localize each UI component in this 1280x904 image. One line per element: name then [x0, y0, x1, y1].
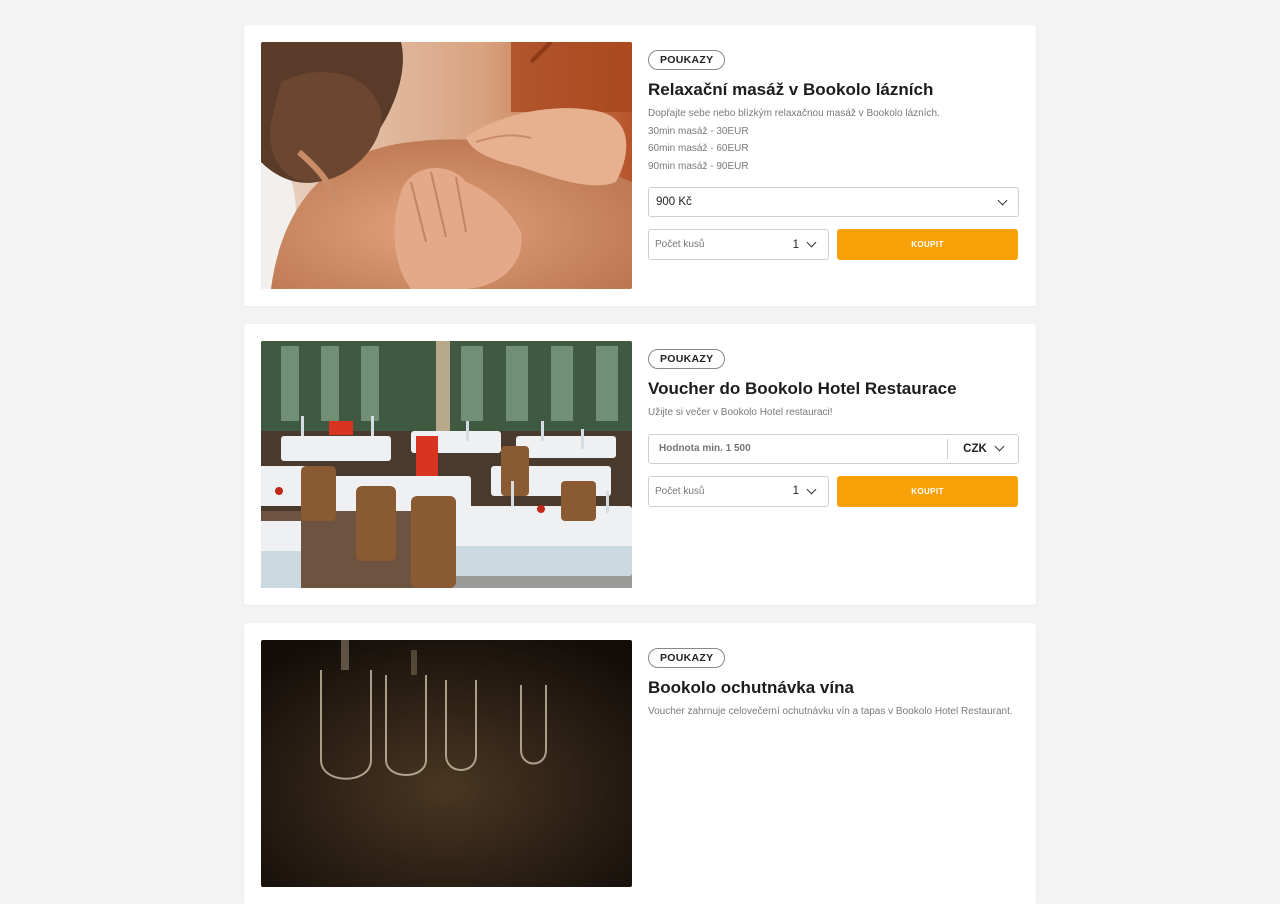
quantity-select[interactable]: Počet kusů 1	[648, 475, 829, 507]
chevron-down-icon	[806, 484, 817, 494]
quantity-label: Počet kusů	[655, 239, 705, 250]
offer-card-massage: POUKAZY Relaxační masáž v Bookolo lázníc…	[244, 25, 1036, 306]
offer-description: Dopřajte sebe nebo blízkým relaxačnou ma…	[648, 108, 940, 119]
voucher-value-field: CZK	[648, 433, 1019, 464]
offer-title: Voucher do Bookolo Hotel Restaurace	[648, 379, 957, 398]
buy-button[interactable]: KOUPIT	[837, 229, 1018, 260]
massage-photo	[261, 42, 632, 289]
currency-select[interactable]: CZK	[947, 438, 1018, 459]
offer-description: Voucher zahrnuje celovečerní ochutnávku …	[648, 706, 1013, 717]
category-badge[interactable]: POUKAZY	[648, 349, 726, 369]
offer-card-wine: POUKAZY Bookolo ochutnávka vína Voucher …	[244, 623, 1036, 904]
quantity-label: Počet kusů	[655, 485, 705, 497]
quantity-value: 1	[792, 485, 799, 497]
price-option-90min: 90min masáž - 90EUR	[648, 160, 749, 172]
voucher-value-input[interactable]	[649, 442, 947, 455]
price-select[interactable]: 900 Kč	[648, 187, 1019, 217]
offer-description: Užijte si večer v Bookolo Hotel restaura…	[648, 407, 833, 418]
offer-title: Bookolo ochutnávka vína	[648, 678, 854, 697]
offer-info: POUKAZY Relaxační masáž v Bookolo lázníc…	[648, 50, 1019, 260]
offer-card-restaurant: POUKAZY Voucher do Bookolo Hotel Restaur…	[244, 324, 1036, 605]
price-option-60min: 60min masáž - 60EUR	[648, 143, 749, 154]
price-option-30min: 30min masáž - 30EUR	[648, 125, 749, 137]
offer-list: POUKAZY Relaxační masáž v Bookolo lázníc…	[0, 0, 1280, 904]
wine-glasses-photo	[261, 640, 632, 887]
chevron-down-icon	[806, 237, 817, 248]
restaurant-photo	[261, 341, 632, 588]
chevron-down-icon	[994, 441, 1005, 452]
currency-value: CZK	[963, 442, 987, 455]
quantity-value: 1	[792, 238, 799, 251]
offer-info: POUKAZY Voucher do Bookolo Hotel Restaur…	[648, 349, 1019, 507]
category-badge[interactable]: POUKAZY	[648, 648, 726, 668]
buy-button[interactable]: KOUPIT	[837, 475, 1018, 507]
chevron-down-icon	[997, 195, 1008, 205]
price-select-value: 900 Kč	[656, 196, 692, 208]
offer-info: POUKAZY Bookolo ochutnávka vína Voucher …	[648, 648, 1019, 721]
category-badge[interactable]: POUKAZY	[648, 50, 726, 70]
offer-title: Relaxační masáž v Bookolo lázních	[648, 80, 934, 99]
quantity-select[interactable]: Počet kusů 1	[648, 229, 829, 260]
